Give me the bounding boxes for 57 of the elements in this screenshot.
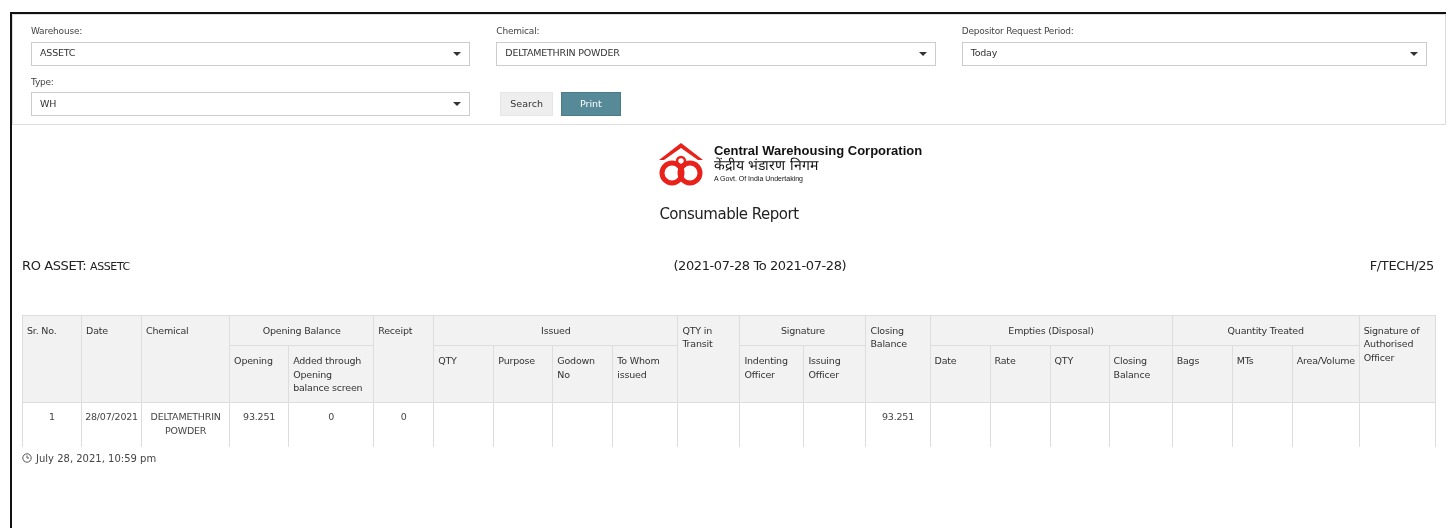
column-header: Area/Volume	[1292, 345, 1360, 403]
column-header: Closing Balance	[866, 315, 930, 403]
table-cell: 1	[49, 411, 55, 423]
column-header: Purpose	[493, 345, 553, 403]
column-header: To Whom issued	[612, 345, 678, 403]
select-field[interactable]: WH	[31, 92, 471, 116]
table-cell: 93.251	[243, 411, 276, 423]
column-header: Issuing Officer	[803, 345, 866, 403]
column-header: QTY	[433, 345, 494, 403]
column-header: Indenting Officer	[739, 345, 804, 403]
select-field[interactable]: Today	[961, 41, 1427, 66]
column-header: Bags	[1172, 345, 1233, 403]
field-label: Depositor Request Period:	[961, 25, 1074, 38]
print-button[interactable]: Print	[560, 91, 621, 116]
column-header: Date	[81, 315, 142, 403]
column-header: Opening Balance	[229, 315, 374, 346]
column-header: Quantity Treated	[1172, 315, 1360, 346]
field-label: Chemical:	[496, 25, 540, 38]
column-header: Signature	[739, 315, 866, 346]
column-header: Signature of Authorised Officer	[1359, 315, 1436, 403]
table-cell: 93.251	[881, 411, 914, 423]
caret-icon	[918, 51, 927, 56]
ro-value: ASSETC	[90, 259, 130, 273]
column-header: Rate	[990, 345, 1051, 403]
clock-icon	[22, 453, 32, 464]
search-button[interactable]: Search	[500, 91, 553, 116]
table-cell: DELTAMETHRIN POWDER	[150, 411, 221, 436]
column-header: Opening	[229, 345, 289, 403]
organization-name: Central Warehousing Corporation	[713, 143, 923, 158]
column-header: Added through Opening balance screen	[288, 345, 374, 403]
column-header: Godown No	[552, 345, 613, 403]
select-field[interactable]: ASSETC	[31, 41, 471, 66]
column-header: QTY	[1050, 345, 1110, 403]
timestamp: July 28, 2021, 10:59 pm	[36, 451, 157, 466]
column-header: Sr. No.	[22, 315, 82, 403]
select-field[interactable]: DELTAMETHRIN POWDER	[496, 41, 936, 66]
column-header: Chemical	[141, 315, 230, 403]
report-title: Consumable Report	[659, 204, 799, 225]
column-header: Date	[930, 345, 991, 403]
column-header: Receipt	[373, 315, 434, 403]
table-cell: 28/07/2021	[85, 411, 138, 423]
form-code: F/TECH/25	[1369, 256, 1434, 275]
table-cell: 0	[328, 411, 335, 423]
field-label: Warehouse:	[31, 25, 83, 38]
column-header: MTs	[1232, 345, 1293, 403]
organization-name-hindi: केंद्रीय भंडारण निगम	[713, 158, 819, 174]
table-cell: 0	[400, 411, 407, 423]
caret-icon	[453, 51, 462, 56]
ro-label: RO ASSET:	[22, 257, 87, 273]
caret-icon	[1410, 51, 1418, 56]
field-label: Type:	[31, 75, 54, 89]
column-header: Empties (Disposal)	[930, 315, 1173, 346]
column-header: Closing Balance	[1109, 345, 1173, 403]
column-header: QTY in Transit	[677, 315, 740, 403]
column-header: Issued	[433, 315, 678, 346]
report-period: (2021-07-28 To 2021-07-28)	[673, 256, 847, 275]
caret-icon	[453, 102, 462, 106]
